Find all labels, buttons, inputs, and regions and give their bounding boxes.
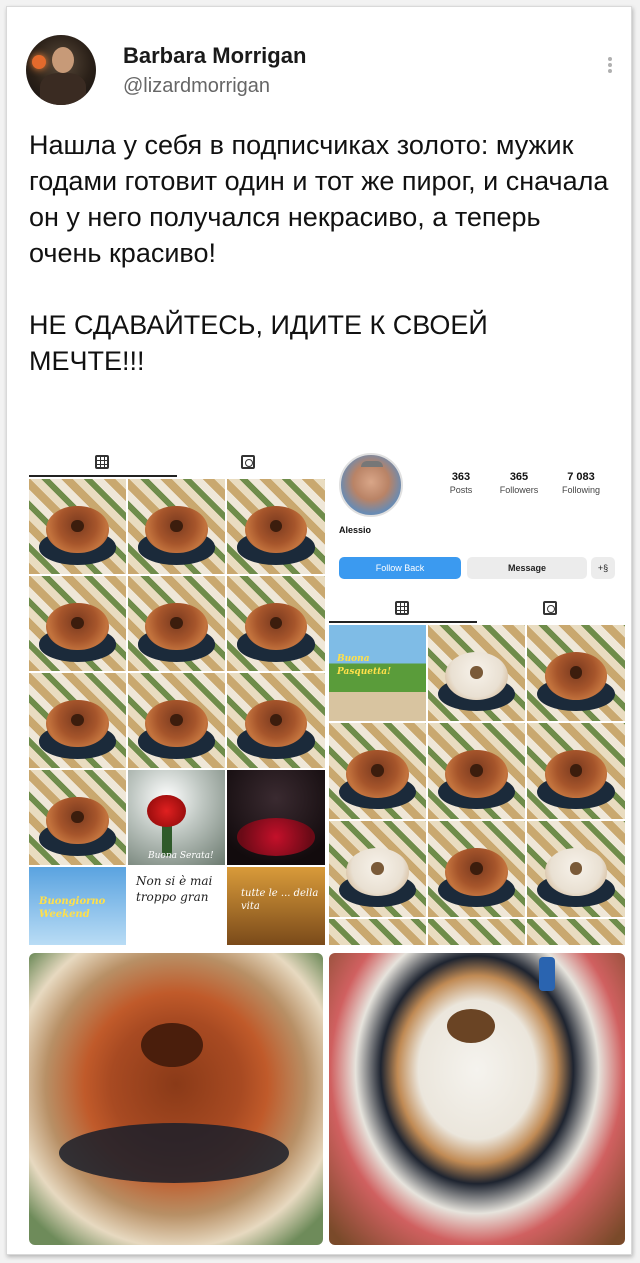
right-tabs: [329, 595, 625, 623]
grid-post[interactable]: [29, 576, 126, 671]
cake-hole: [141, 1023, 203, 1067]
grid-post[interactable]: [329, 821, 426, 917]
screenshot-frame: Barbara Morrigan @lizardmorrigan Нашла у…: [6, 6, 632, 1255]
grid-post-quote[interactable]: Non si è mai troppo gran: [128, 867, 225, 945]
water-bottle: [539, 957, 555, 991]
grid-post-quote-2[interactable]: tutte le ... della vita: [227, 867, 325, 945]
grid-post[interactable]: [29, 479, 126, 574]
stat-label: Following: [561, 485, 601, 495]
grid-post[interactable]: [29, 673, 126, 768]
grid-post[interactable]: [227, 576, 325, 671]
overlay-buona-serata: Buona Serata!: [148, 851, 214, 861]
overlay-buona-pasquetta: Buona Pasquetta!: [337, 654, 392, 677]
grid-icon[interactable]: [95, 455, 109, 469]
author-handle[interactable]: @lizardmorrigan: [123, 75, 270, 98]
grid-post-sky[interactable]: Buongiorno Weekend: [29, 867, 126, 945]
profile-avatar[interactable]: [339, 453, 403, 517]
overlay-non-si: Non si è mai troppo gran: [136, 874, 213, 904]
active-tab-indicator: [29, 475, 177, 477]
message-button[interactable]: Message: [467, 557, 587, 579]
tweet-text: Нашла у себя в подписчиках золото: мужик…: [29, 130, 609, 376]
grid-post[interactable]: [428, 821, 525, 917]
grid-post[interactable]: [227, 673, 325, 768]
grid-post[interactable]: [527, 625, 625, 721]
stat-following[interactable]: 7 083 Following: [551, 471, 611, 495]
grid-post[interactable]: [227, 479, 325, 574]
tweet-image-collage[interactable]: Buona Serata! Buongiorno Weekend Non si …: [29, 449, 625, 1245]
grid-post[interactable]: [128, 673, 225, 768]
grid-post[interactable]: [428, 625, 525, 721]
stat-label: Posts: [449, 485, 473, 495]
grid-post-rose[interactable]: Buona Serata!: [128, 770, 225, 865]
grid-post[interactable]: [29, 770, 126, 865]
grid-post[interactable]: [428, 723, 525, 819]
left-tabs: [29, 449, 325, 477]
grid-icon[interactable]: [395, 601, 409, 615]
overlay-buongiorno: Buongiorno Weekend: [39, 896, 106, 920]
grid-post[interactable]: [329, 919, 426, 945]
stat-value: 365: [509, 471, 529, 483]
grid-post[interactable]: [527, 723, 625, 819]
stat-posts[interactable]: 363 Posts: [431, 471, 491, 495]
tagged-icon[interactable]: [241, 455, 255, 469]
photo-cake-after[interactable]: [329, 953, 625, 1245]
stat-label: Followers: [499, 485, 539, 495]
grid-post[interactable]: [329, 723, 426, 819]
grid-post[interactable]: [527, 821, 625, 917]
stat-value: 363: [451, 471, 471, 483]
more-vertical-icon[interactable]: [605, 55, 615, 79]
grid-post-pasquetta[interactable]: Buona Pasquetta!: [329, 625, 426, 721]
follow-back-button[interactable]: Follow Back: [339, 557, 461, 579]
author-avatar[interactable]: [26, 35, 96, 105]
grid-post-night[interactable]: [227, 770, 325, 865]
left-profile-grid: Buona Serata! Buongiorno Weekend Non si …: [29, 449, 325, 945]
right-profile-panel: 363 Posts 365 Followers 7 083 Following …: [329, 449, 625, 945]
grid-post[interactable]: [128, 576, 225, 671]
active-tab-indicator: [329, 621, 477, 623]
stat-followers[interactable]: 365 Followers: [489, 471, 549, 495]
cake-hole: [447, 1009, 495, 1043]
cake-plate: [59, 1123, 289, 1183]
overlay-tutte: tutte le ... della vita: [241, 888, 319, 912]
author-name[interactable]: Barbara Morrigan: [123, 43, 306, 69]
add-user-icon[interactable]: +§: [591, 557, 615, 579]
stat-value: 7 083: [567, 471, 595, 483]
profile-name: Alessio: [339, 525, 372, 535]
grid-post[interactable]: [128, 479, 225, 574]
grid-post[interactable]: [527, 919, 625, 945]
grid-post[interactable]: [428, 919, 525, 945]
photo-cake-before[interactable]: [29, 953, 323, 1245]
tagged-icon[interactable]: [543, 601, 557, 615]
tweet-header: Barbara Morrigan @lizardmorrigan: [21, 35, 621, 115]
